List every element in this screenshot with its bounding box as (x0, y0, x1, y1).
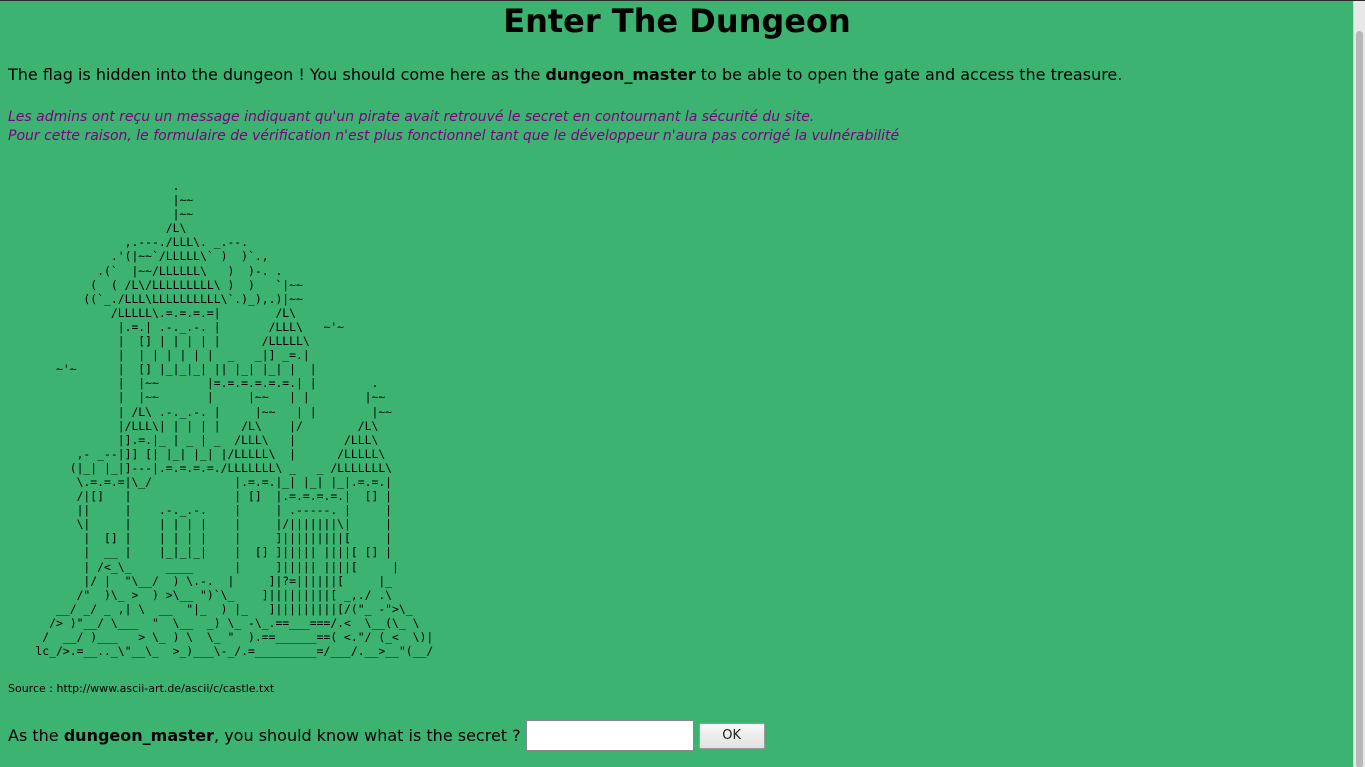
secret-prompt-after: , you should know what is the secret ? (214, 726, 521, 745)
admin-notice-line-2: Pour cette raison, le formulaire de véri… (8, 128, 900, 144)
scrollbar-thumb[interactable] (1356, 31, 1363, 767)
intro-role-name: dungeon_master (545, 65, 696, 84)
intro-text-after: to be able to open the gate and access t… (695, 65, 1123, 84)
vertical-scrollbar[interactable] (1353, 1, 1365, 767)
secret-prompt-before: As the (8, 726, 64, 745)
secret-prompt-role-name: dungeon_master (63, 726, 215, 745)
intro-text-before: The flag is hidden into the dungeon ! Yo… (8, 65, 546, 84)
ascii-source-credit: Source : http://www.ascii-art.de/ascii/c… (8, 682, 275, 695)
page-title: Enter The Dungeon (503, 2, 851, 40)
secret-input[interactable] (525, 720, 694, 751)
castle-ascii-art: . |~~ |~~ /L\ ,.---./LLL\. _.--. .'(|~~`… (35, 179, 434, 659)
intro-text: The flag is hidden into the dungeon ! Yo… (8, 64, 1122, 86)
admin-notice: Les admins ont reçu un message indiquant… (8, 108, 899, 146)
secret-prompt: As the dungeon_master, you should know w… (8, 726, 521, 745)
admin-notice-line-1: Les admins ont reçu un message indiquant… (8, 109, 815, 125)
secret-form: As the dungeon_master, you should know w… (8, 719, 765, 752)
ok-button[interactable]: OK (698, 722, 765, 749)
